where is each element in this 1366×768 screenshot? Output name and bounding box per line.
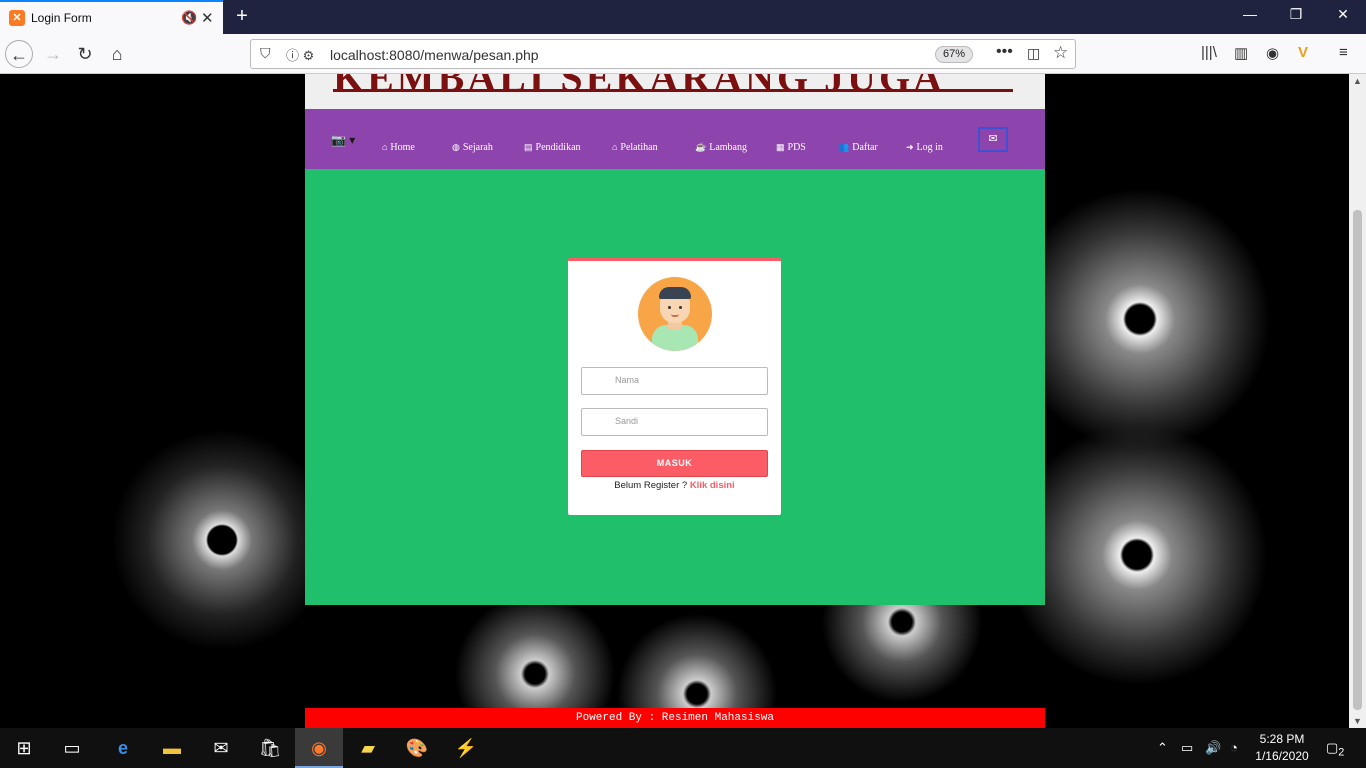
url-text[interactable]: localhost:8080/menwa/pesan.php xyxy=(330,47,539,63)
coffee-icon: ☕ xyxy=(695,142,707,152)
nav-pelatihan[interactable]: ⌂ Pelatihan xyxy=(612,142,658,153)
home-button[interactable]: ⌂ xyxy=(103,40,131,68)
banner-title: KEMBALI SEKARANG JUGA xyxy=(333,74,945,100)
book-icon: ▤ xyxy=(524,142,533,152)
nav-pendidikan[interactable]: ▤ Pendidikan xyxy=(524,142,581,153)
reload-button[interactable]: ↻ xyxy=(71,40,99,68)
volume-icon[interactable]: 🔊 xyxy=(1205,740,1221,756)
login-card: Nama Sandi MASUK Belum Register ? Klik d… xyxy=(568,258,781,515)
mail-app-icon[interactable]: ✉ xyxy=(197,728,245,768)
page-viewport: KEMBALI SEKARANG JUGA 📷 ▾ ⌂ Home ◍ Sejarah… xyxy=(0,74,1349,728)
name-placeholder: Nama xyxy=(615,375,640,385)
page-actions-icon[interactable]: ••• xyxy=(996,43,1013,61)
bookmark-star-icon[interactable]: ☆ xyxy=(1053,43,1068,63)
tab-close-icon[interactable]: ✕ xyxy=(201,9,214,27)
menu-hamburger-icon[interactable]: ≡ xyxy=(1339,44,1348,61)
new-tab-button[interactable]: + xyxy=(230,4,254,28)
account-icon[interactable]: ◉ xyxy=(1266,44,1279,62)
site-container: KEMBALI SEKARANG JUGA 📷 ▾ ⌂ Home ◍ Sejarah… xyxy=(305,74,1045,605)
name-field[interactable]: Nama xyxy=(581,367,768,395)
globe-icon: ◍ xyxy=(452,142,460,152)
scrollbar-thumb[interactable] xyxy=(1353,210,1362,710)
nav-daftar[interactable]: 👥 Daftar xyxy=(838,142,878,153)
nav-lambang[interactable]: ☕ Lambang xyxy=(695,142,747,153)
mail-icon[interactable]: ✉ xyxy=(978,127,1008,152)
vertical-scrollbar[interactable]: ▲ ▼ xyxy=(1349,74,1366,728)
nav-login[interactable]: ➜ Log in xyxy=(906,142,943,153)
site-banner: KEMBALI SEKARANG JUGA xyxy=(305,74,1045,109)
extension-icon[interactable]: V xyxy=(1298,44,1308,61)
scroll-down-arrow-icon[interactable]: ▼ xyxy=(1349,716,1366,726)
library-icon[interactable]: |||\ xyxy=(1201,44,1217,61)
paint-icon[interactable]: 🎨 xyxy=(393,728,441,768)
browser-toolbar: ← → ↻ ⌂ ⛉ ⓘ ⚙ localhost:8080/menwa/pesan… xyxy=(0,34,1366,74)
minimize-icon[interactable]: — xyxy=(1240,6,1260,22)
task-view-icon[interactable]: ▭ xyxy=(48,728,96,768)
tracking-shield-icon[interactable]: ⛉ xyxy=(260,45,271,62)
clock-time: 5:28 PM xyxy=(1259,732,1305,746)
back-button[interactable]: ← xyxy=(5,40,33,68)
user-avatar xyxy=(638,277,712,351)
windows-taskbar: ⊞ ▭ e ▬ ✉ 🛍 ◉ ▰ 🎨 ⚡ ⌃ ▭ 🔊 ◔ 5:28 PM 1/16… xyxy=(0,728,1366,768)
action-center-icon[interactable]: ▢2 xyxy=(1326,740,1344,759)
address-bar[interactable]: ⛉ ⓘ ⚙ localhost:8080/menwa/pesan.php 67%… xyxy=(250,39,1076,69)
tab-mute-icon[interactable]: 🔇 xyxy=(181,10,197,26)
taskbar-clock[interactable]: 5:28 PM 1/16/2020 xyxy=(1250,731,1314,765)
tray-chevron-icon[interactable]: ⌃ xyxy=(1157,740,1168,756)
browser-tab-strip: ✕ Login Form 🔇 ✕ + — ❐ ✕ xyxy=(0,0,1366,34)
register-prompt: Belum Register ? Klik disini xyxy=(614,480,735,491)
home-icon: ⌂ xyxy=(382,142,388,152)
site-footer: Powered By : Resimen Mahasiswa xyxy=(305,708,1045,728)
sidebar-icon[interactable]: ▥ xyxy=(1234,44,1248,62)
scroll-up-arrow-icon[interactable]: ▲ xyxy=(1349,76,1366,86)
tab-title: Login Form xyxy=(31,11,92,25)
main-navigation: 📷 ▾ ⌂ Home ◍ Sejarah ▤ Pendidikan ⌂ Pelatiha… xyxy=(305,109,1045,169)
clock-date: 1/16/2020 xyxy=(1255,749,1309,763)
register-link[interactable]: Klik disini xyxy=(690,480,735,491)
sticky-notes-icon[interactable]: ▰ xyxy=(344,728,392,768)
xampp-favicon-icon: ✕ xyxy=(9,10,25,26)
camera-dropdown-icon[interactable]: 📷 ▾ xyxy=(331,133,355,147)
file-explorer-icon[interactable]: ▬ xyxy=(148,728,196,768)
network-icon[interactable]: ◔ xyxy=(1230,740,1238,755)
main-content: Nama Sandi MASUK Belum Register ? Klik d… xyxy=(305,169,1045,605)
password-placeholder: Sandi xyxy=(615,416,639,426)
nav-home[interactable]: ⌂ Home xyxy=(382,142,415,153)
restore-icon[interactable]: ❐ xyxy=(1286,6,1306,23)
banner-underline xyxy=(333,89,1013,92)
nav-sejarah[interactable]: ◍ Sejarah xyxy=(452,142,493,153)
graduation-cap-icon: ⌂ xyxy=(612,142,618,152)
sign-in-icon: ➜ xyxy=(906,142,914,152)
nav-pds[interactable]: ▦ PDS xyxy=(776,142,806,153)
power-icon[interactable]: ▭ xyxy=(1181,740,1193,756)
map-icon: ▦ xyxy=(776,142,785,152)
windows-start-icon[interactable]: ⊞ xyxy=(0,728,48,768)
xampp-app-icon[interactable]: ⚡ xyxy=(442,728,490,768)
store-icon[interactable]: 🛍 xyxy=(246,728,294,768)
password-field[interactable]: Sandi xyxy=(581,408,768,436)
forward-button[interactable]: → xyxy=(39,40,67,68)
pocket-icon[interactable]: ◫ xyxy=(1027,45,1040,62)
edge-browser-icon[interactable]: e xyxy=(99,728,147,768)
login-submit-button[interactable]: MASUK xyxy=(581,450,768,477)
close-window-icon[interactable]: ✕ xyxy=(1333,6,1353,23)
users-icon: 👥 xyxy=(838,142,850,152)
site-info-icon[interactable]: ⓘ ⚙ xyxy=(286,45,314,64)
zoom-indicator[interactable]: 67% xyxy=(935,46,973,63)
firefox-icon[interactable]: ◉ xyxy=(295,728,343,768)
browser-tab[interactable]: ✕ Login Form 🔇 ✕ xyxy=(0,0,223,34)
